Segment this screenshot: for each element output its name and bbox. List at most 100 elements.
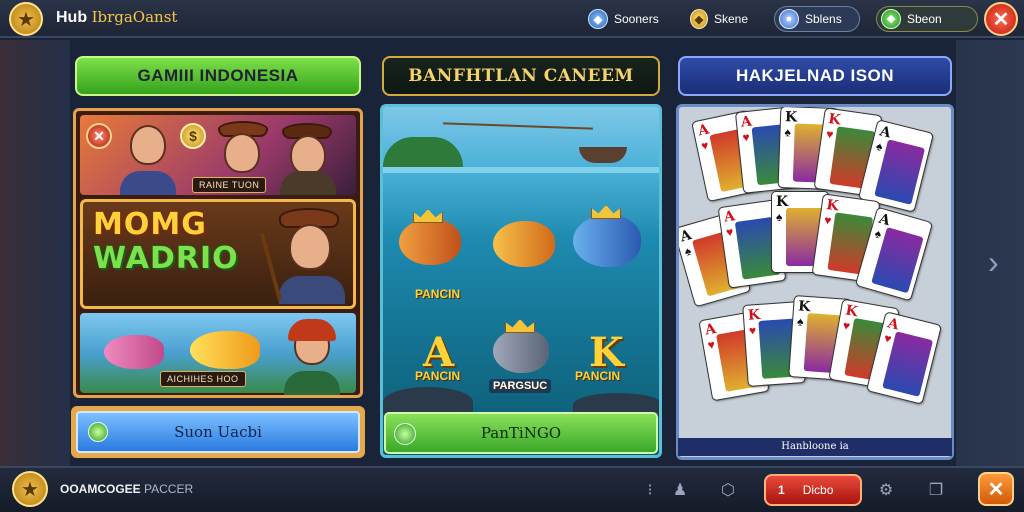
- card-suit: ♥: [699, 137, 710, 154]
- star-icon[interactable]: ★: [12, 471, 48, 507]
- card-suit: ♠: [796, 314, 804, 329]
- rope-line: [443, 122, 593, 130]
- mid-label: PARGSUC: [489, 379, 552, 393]
- stat-pill-2[interactable]: ◆ Skene: [686, 6, 756, 32]
- game-card-1[interactable]: ✕ $ RAINE TUON MOMG WADRIO AICHIHES HOO: [73, 108, 363, 398]
- game-logo-line-2: WADRIO: [93, 241, 239, 276]
- gold-shield-icon: ◆: [690, 9, 708, 29]
- fish-icon: [190, 331, 260, 369]
- crown-icon: [591, 205, 621, 219]
- character-name-tag: RAINE TUON: [192, 177, 267, 193]
- card-suit: ♥: [741, 129, 751, 145]
- star-icon[interactable]: ★: [9, 2, 43, 36]
- window-icon[interactable]: ❐: [924, 478, 948, 502]
- card-rank: A: [740, 113, 753, 131]
- card-game-footer-label: Hanbloone ia: [678, 438, 952, 456]
- play-button-1-label: Suon Uacbi: [174, 423, 262, 441]
- coin-icon: ●: [779, 9, 799, 29]
- bottom-label-main: OOAMCOGEE: [60, 482, 141, 496]
- play-button-2-label: PanTiNGO: [480, 424, 562, 442]
- character-body: [280, 171, 336, 195]
- card-suit: ♠: [874, 138, 885, 154]
- game-card-3[interactable]: A ♥ A ♥ K ♠ K ♥ A ♠ A ♠ A ♥ K ♠ K ♥ A ♠ A ♥ K ♥ K ♠ K ♥ A ♥: [676, 104, 954, 460]
- stat-pill-4[interactable]: ❖ Sbeon: [876, 6, 978, 32]
- card-suit: ♠: [776, 210, 783, 224]
- boat-icon: [579, 147, 627, 163]
- chevron-right-icon[interactable]: ›: [988, 244, 999, 281]
- dot-icon[interactable]: ⁝: [638, 478, 662, 502]
- letter-k-label: PANCIN: [575, 369, 621, 383]
- fish-icon: [573, 215, 641, 267]
- play-dot-icon: [88, 422, 108, 442]
- character-portrait: [130, 125, 166, 165]
- game-logo-title: MOMG WADRIO: [93, 208, 263, 276]
- gear-icon[interactable]: ⚙: [874, 478, 898, 502]
- characters-banner: ✕ $ RAINE TUON: [80, 115, 356, 195]
- bottom-label-dim: PACCER: [144, 482, 194, 496]
- card-suit: ♥: [725, 224, 735, 240]
- gem-icon: ❖: [881, 9, 901, 29]
- character-portrait: [289, 224, 331, 270]
- stat-pill-4-label: Sbeon: [907, 12, 942, 26]
- character-body: [284, 371, 340, 395]
- fish-label: PANCIN: [415, 287, 461, 301]
- background-left: [0, 40, 70, 466]
- app-title: Hub IbrgaOanst: [56, 8, 177, 27]
- hair-shape: [288, 319, 336, 341]
- card-suit: ♥: [823, 212, 833, 228]
- tab-fishing-game[interactable]: BANFHTLAN CANEEM: [382, 56, 660, 96]
- character-body: [120, 171, 176, 195]
- close-icon[interactable]: ✕: [978, 472, 1014, 506]
- card-rank: A: [703, 320, 718, 339]
- play-dot-icon: [394, 423, 416, 445]
- user-icon[interactable]: ♟: [668, 478, 692, 502]
- card-suit: ♥: [748, 323, 757, 338]
- game-logo-line-1: MOMG: [93, 207, 207, 242]
- coin-badge-icon: $: [180, 123, 206, 149]
- stat-pill-3[interactable]: ● Sblens: [774, 6, 860, 32]
- shield-coin-icon: ◆: [588, 9, 608, 29]
- character-portrait: [224, 133, 260, 173]
- box-icon[interactable]: ⬡: [716, 478, 740, 502]
- character-portrait: [290, 135, 326, 175]
- fish-icon: [493, 221, 555, 267]
- fish-icon: [104, 335, 164, 369]
- stat-pill-1-label: Sooners: [614, 12, 659, 26]
- card-rank: A: [696, 121, 711, 140]
- card-suit: ♠: [682, 243, 693, 259]
- stat-pill-1[interactable]: ◆ Sooners: [584, 6, 668, 32]
- character-body: [279, 276, 345, 304]
- card-suit: ♠: [784, 125, 792, 140]
- card-suit: ♥: [882, 330, 893, 347]
- crown-icon: [413, 209, 443, 223]
- tab-gami-indonesia[interactable]: GAMIII INDONESIA: [75, 56, 361, 96]
- staff-icon: [260, 232, 282, 302]
- app-title-main: Hub: [56, 9, 88, 26]
- tab-card-game[interactable]: HAKJELNAD ISON: [678, 56, 952, 96]
- sea-surface: [383, 167, 659, 173]
- fish-icon: [493, 329, 549, 373]
- fish-icon: [399, 219, 461, 265]
- stat-pill-2-label: Skene: [713, 12, 748, 26]
- card-suit: ♥: [825, 126, 835, 142]
- stat-pill-3-label: Sblens: [805, 12, 842, 26]
- red-button-number: 1: [778, 483, 785, 497]
- bottom-label: OOAMCOGEE PACCER: [60, 482, 193, 496]
- red-action-button[interactable]: 1 Dicbo: [764, 474, 862, 506]
- card-suit: ♥: [706, 337, 716, 353]
- close-icon[interactable]: ✕: [984, 2, 1018, 36]
- app-title-sub: IbrgaOanst: [91, 8, 178, 26]
- card-rank: A: [722, 208, 736, 226]
- game-tag: AICHIHES HOO: [160, 371, 246, 387]
- play-button-2[interactable]: PanTiNGO: [384, 412, 658, 454]
- play-button-1-inner[interactable]: Suon Uacbi: [76, 411, 360, 453]
- close-badge-icon: ✕: [86, 123, 112, 149]
- card-rank: A: [678, 227, 694, 246]
- crown-icon: [505, 319, 535, 333]
- island-shape: [383, 137, 463, 167]
- card-suit: ♥: [841, 318, 852, 334]
- play-button-1[interactable]: Suon Uacbi: [71, 406, 365, 458]
- letter-a-label: PANCIN: [415, 369, 461, 383]
- red-button-label: Dicbo: [802, 483, 834, 497]
- game-card-2[interactable]: PANCIN A PANCIN PARGSUC K PANCIN: [380, 104, 662, 458]
